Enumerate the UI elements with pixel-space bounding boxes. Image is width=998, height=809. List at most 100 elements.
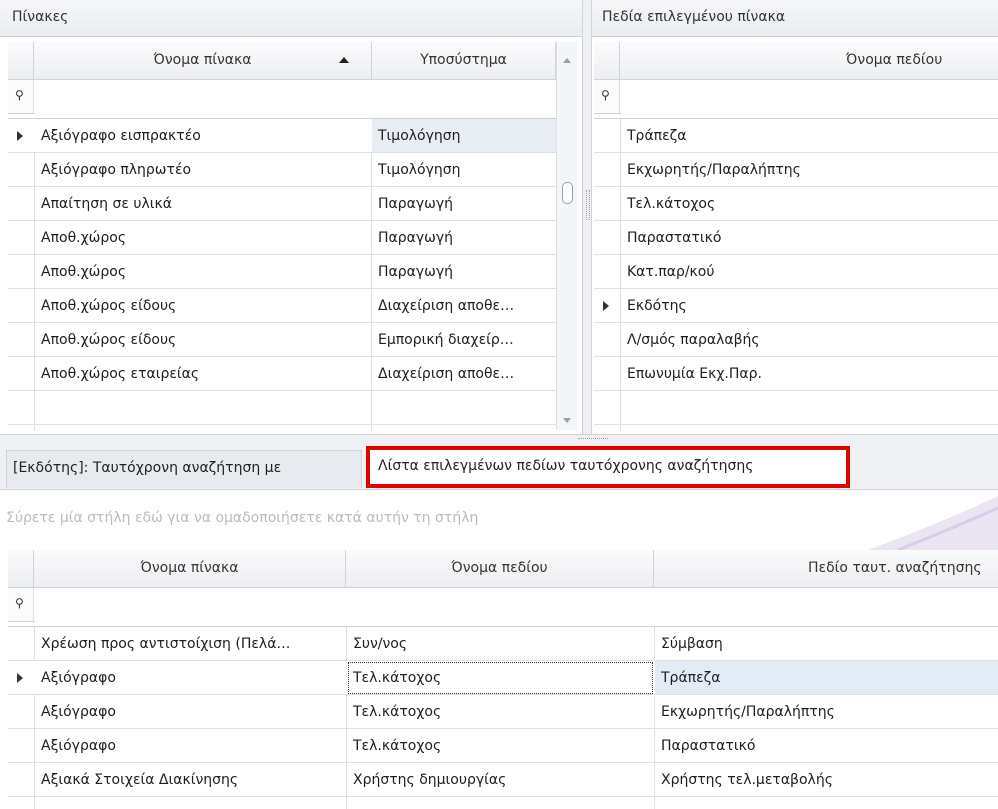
column-header-subsystem[interactable]: Υποσύστημα bbox=[372, 42, 556, 80]
scroll-up-icon[interactable] bbox=[563, 58, 571, 63]
subsystem-cell: Διαχείριση αποθε… bbox=[378, 366, 515, 382]
column-header-table-name[interactable]: Όνομα πίνακα bbox=[34, 550, 346, 588]
table-name-cell: Αποθ.χώρος είδους bbox=[41, 298, 177, 314]
table-row[interactable]: Αποθ.χώρος εταιρείας Διαχείριση αποθε… bbox=[8, 357, 556, 391]
field-row[interactable]: Εκχωρητής/Παραλήπτης bbox=[594, 153, 998, 187]
fields-panel-title: Πεδία επιλεγμένου πίνακα bbox=[592, 0, 998, 37]
row-indicator-header bbox=[594, 42, 620, 80]
table-row[interactable]: Αποθ.χώρος Παραγωγή bbox=[8, 221, 556, 255]
splitter-grip-icon bbox=[578, 438, 608, 441]
horizontal-splitter[interactable] bbox=[0, 434, 998, 444]
field-name-cell: Τελ.κάτοχος bbox=[353, 738, 442, 754]
filter-icon: ⚲ bbox=[15, 88, 24, 102]
search-field-cell: Παραστατικό bbox=[661, 738, 756, 754]
column-header-field-name[interactable]: Όνομα πεδίου bbox=[620, 42, 998, 80]
table-name-cell: Αξιόγραφο bbox=[41, 670, 116, 686]
column-header-subsystem-label: Υποσύστημα bbox=[420, 52, 507, 68]
field-name-cell: Παραστατικό bbox=[627, 230, 722, 246]
table-name-cell: Αξιακά Στοιχεία Διακίνησης bbox=[41, 772, 239, 788]
fields-panel-title-text: Πεδία επιλεγμένου πίνακα bbox=[602, 9, 786, 25]
field-name-cell: Εκδότης bbox=[627, 298, 687, 314]
subsystem-cell: Τιμολόγηση bbox=[378, 128, 461, 144]
field-name-cell: Επωνυμία Εκχ.Παρ. bbox=[627, 366, 762, 382]
field-row[interactable]: Παραστατικό bbox=[594, 221, 998, 255]
search-field-cell: Σύμβαση bbox=[661, 636, 723, 652]
tab-selected-fields-list[interactable]: Λίστα επιλεγμένων πεδίων ταυτόχρονης ανα… bbox=[366, 446, 850, 488]
table-row[interactable]: Αξιόγραφο Τελ.κάτοχος Τράπεζα bbox=[8, 661, 998, 695]
sort-ascending-icon bbox=[339, 57, 349, 63]
fields-grid-body: Τράπεζα Εκχωρητής/Παραλήπτης Τελ.κάτοχος… bbox=[594, 118, 998, 431]
table-row[interactable]: Χρέωση προς αντιστοίχιση (Πελά… Συν/νος … bbox=[8, 627, 998, 661]
filter-field-name-input[interactable] bbox=[621, 80, 998, 114]
column-header-table-name-label: Όνομα πίνακα bbox=[153, 52, 252, 68]
field-row-partial[interactable] bbox=[594, 391, 998, 425]
field-row[interactable]: Τράπεζα bbox=[594, 119, 998, 153]
field-row[interactable]: Λ/σμός παραλαβής bbox=[594, 323, 998, 357]
splitter-grip-icon bbox=[586, 190, 590, 220]
filter-icon: ⚲ bbox=[601, 88, 610, 102]
group-by-hint: Σύρετε μία στήλη εδώ για να ομαδοποιήσετ… bbox=[6, 510, 479, 526]
table-row[interactable]: Απαίτηση σε υλικά Παραγωγή bbox=[8, 187, 556, 221]
field-row[interactable]: Τελ.κάτοχος bbox=[594, 187, 998, 221]
scrollbar-thumb[interactable] bbox=[562, 182, 573, 204]
tables-vertical-scrollbar[interactable] bbox=[556, 42, 577, 430]
filter-table-name-input[interactable] bbox=[35, 80, 376, 114]
table-row[interactable]: Αποθ.χώρος Παραγωγή bbox=[8, 255, 556, 289]
row-indicator-header bbox=[8, 550, 34, 588]
subsystem-cell: Τιμολόγηση bbox=[378, 162, 461, 178]
column-header-table-name[interactable]: Όνομα πίνακα bbox=[34, 42, 372, 80]
table-row[interactable]: Αξιόγραφο Τελ.κάτοχος Παραστατικό bbox=[8, 729, 998, 763]
table-row[interactable]: Αποθ.χώρος είδους Εμπορική διαχείρ… bbox=[8, 323, 556, 357]
group-by-panel[interactable]: Σύρετε μία στήλη εδώ για να ομαδοποιήσετ… bbox=[0, 490, 998, 550]
table-name-cell: Αποθ.χώρος bbox=[41, 230, 127, 246]
filter-table-name-input[interactable] bbox=[35, 588, 350, 622]
table-row[interactable]: Αξιόγραφο εισπρακτέο Τιμολόγηση bbox=[8, 119, 556, 153]
field-name-cell: Τελ.κάτοχος bbox=[353, 704, 442, 720]
field-name-cell: Χρήστης δημιουργίας bbox=[353, 772, 507, 788]
column-header-search-field[interactable]: Πεδίο ταυτ. αναζήτησης bbox=[654, 550, 998, 588]
field-row[interactable]: Επωνυμία Εκχ.Παρ. bbox=[594, 357, 998, 391]
row-indicator-header bbox=[8, 42, 34, 80]
table-name-cell: Χρέωση προς αντιστοίχιση (Πελά… bbox=[41, 636, 291, 652]
table-row-partial[interactable] bbox=[8, 391, 556, 425]
subsystem-cell: Διαχείριση αποθε… bbox=[378, 298, 515, 314]
table-row[interactable]: Αποθ.χώρος είδους Διαχείριση αποθε… bbox=[8, 289, 556, 323]
tab-simultaneous-search-label: [Εκδότης]: Ταυτόχρονη αναζήτηση με bbox=[13, 460, 282, 476]
field-name-cell-focused[interactable]: Τελ.κάτοχος bbox=[347, 661, 654, 695]
column-header-field-name[interactable]: Όνομα πεδίου bbox=[346, 550, 654, 588]
table-name-cell: Αποθ.χώρος είδους bbox=[41, 332, 177, 348]
scroll-down-icon[interactable] bbox=[563, 418, 571, 423]
tab-simultaneous-search[interactable]: [Εκδότης]: Ταυτόχρονη αναζήτηση με bbox=[6, 450, 362, 488]
fields-panel: Πεδία επιλεγμένου πίνακα Όνομα πεδίου ⚲ … bbox=[592, 0, 998, 434]
field-row[interactable]: Κατ.παρ/κού bbox=[594, 255, 998, 289]
vertical-splitter[interactable] bbox=[582, 0, 592, 434]
table-name-cell: Αξιόγραφο bbox=[41, 738, 116, 754]
search-field-cell: Εκχωρητής/Παραλήπτης bbox=[661, 704, 835, 720]
filter-search-field-input[interactable] bbox=[654, 588, 998, 622]
field-name-cell: Τελ.κάτοχος bbox=[627, 196, 716, 212]
row-indicator-icon bbox=[17, 673, 23, 683]
table-name-cell: Αποθ.χώρος εταιρείας bbox=[41, 366, 200, 382]
field-row[interactable]: Εκδότης bbox=[594, 289, 998, 323]
filter-field-name-input[interactable] bbox=[346, 588, 657, 622]
table-name-cell: Αξιόγραφο πληρωτέο bbox=[41, 162, 192, 178]
field-name-cell: Κατ.παρ/κού bbox=[627, 264, 715, 280]
table-row[interactable]: Αξιόγραφο Τελ.κάτοχος Εκχωρητής/Παραλήπτ… bbox=[8, 695, 998, 729]
tables-filter-row: ⚲ bbox=[8, 80, 558, 114]
tables-panel-title-text: Πίνακες bbox=[12, 9, 69, 25]
subsystem-cell: Παραγωγή bbox=[378, 196, 454, 212]
field-name-cell: Εκχωρητής/Παραλήπτης bbox=[627, 162, 801, 178]
fields-filter-row: ⚲ bbox=[594, 80, 998, 114]
table-name-cell: Απαίτηση σε υλικά bbox=[41, 196, 172, 212]
column-header-search-field-label: Πεδίο ταυτ. αναζήτησης bbox=[808, 560, 982, 576]
field-name-cell: Τράπεζα bbox=[627, 128, 687, 144]
decorative-swoosh bbox=[868, 496, 998, 550]
row-indicator-icon bbox=[603, 301, 609, 311]
filter-subsystem-input[interactable] bbox=[372, 80, 558, 114]
selected-fields-grid: Όνομα πίνακα Όνομα πεδίου Πεδίο ταυτ. αν… bbox=[0, 550, 998, 809]
column-header-field-name-label: Όνομα πεδίου bbox=[846, 52, 943, 68]
filter-icon: ⚲ bbox=[15, 596, 24, 610]
table-row[interactable]: Αξιακά Στοιχεία Διακίνησης Χρήστης δημιο… bbox=[8, 763, 998, 797]
subsystem-cell: Εμπορική διαχείρ… bbox=[378, 332, 514, 348]
table-row[interactable]: Αξιόγραφο πληρωτέο Τιμολόγηση bbox=[8, 153, 556, 187]
